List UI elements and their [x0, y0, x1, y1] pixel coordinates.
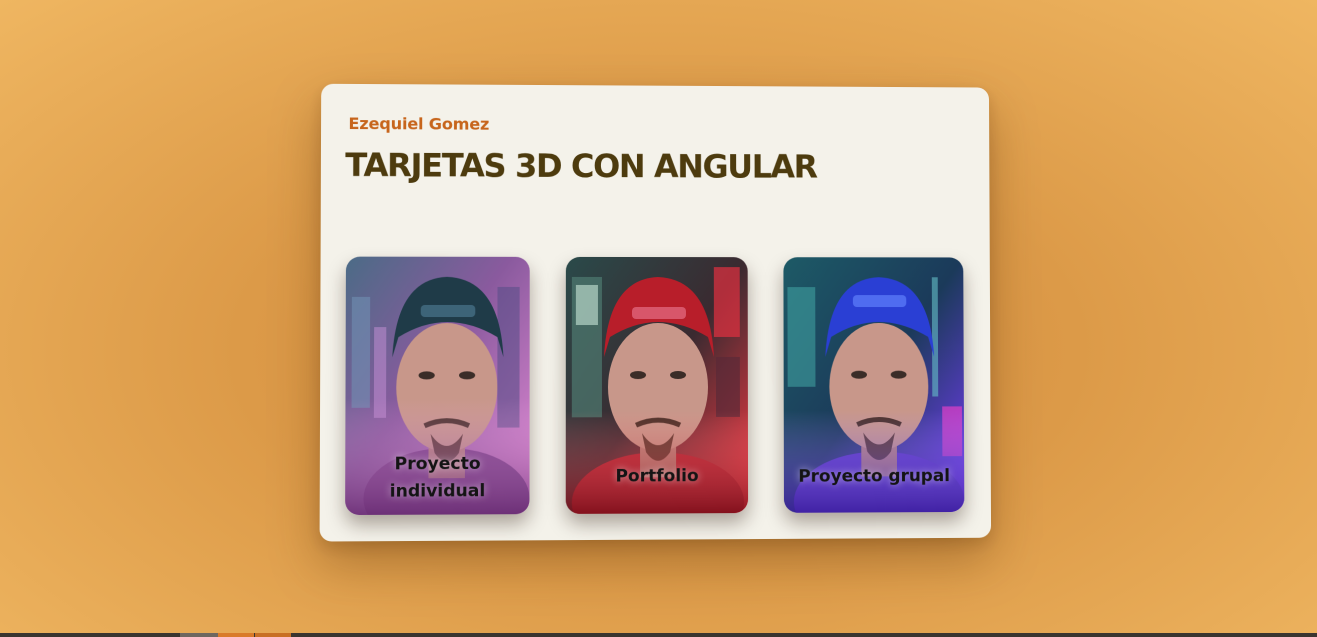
card-proyecto-grupal[interactable]: Proyecto grupal [783, 257, 965, 513]
card-label-line-2: individual [389, 481, 486, 502]
card-label-3: Proyecto grupal [798, 466, 950, 487]
taskbar-item[interactable] [255, 633, 291, 637]
card-panel: Ezequiel Gomez TARJETAS 3D CON ANGULAR P… [319, 83, 992, 542]
taskbar-item[interactable] [218, 633, 254, 637]
card-portfolio[interactable]: Portfolio [565, 256, 749, 514]
card-label-line-1: Proyecto [394, 453, 481, 475]
page-title: TARJETAS 3D CON ANGULAR [345, 146, 817, 186]
card-proyecto-individual[interactable]: Proyecto individual [345, 256, 530, 516]
card-label-2: Portfolio [615, 466, 699, 487]
taskbar-item[interactable] [180, 633, 218, 637]
author-name: Ezequiel Gomez [348, 113, 490, 134]
taskbar [0, 633, 1317, 637]
card-label-1: Proyecto individual [345, 451, 529, 506]
